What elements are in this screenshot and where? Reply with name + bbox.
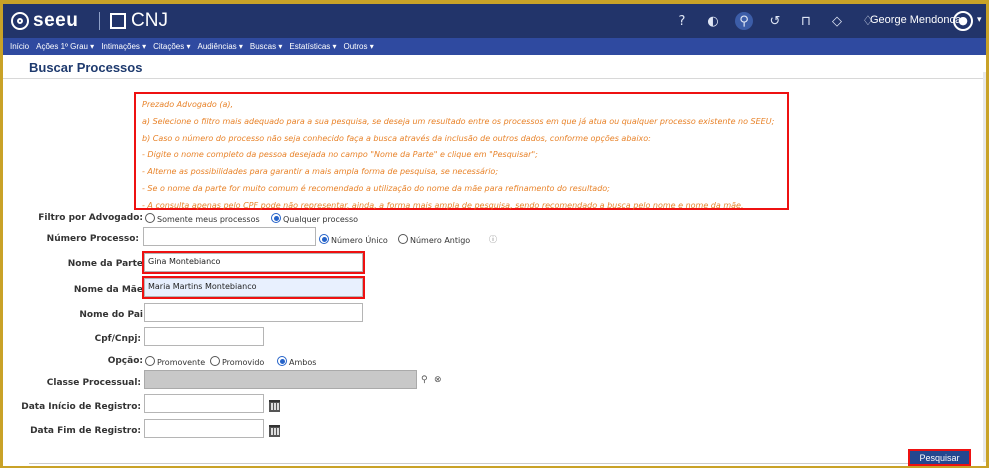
tag-icon[interactable]: ◇ xyxy=(828,12,846,30)
instruction-line: - Se o nome da parte for muito comum é r… xyxy=(142,183,610,193)
numero-label: Número Processo: xyxy=(46,234,139,244)
radio-selected-icon[interactable] xyxy=(277,356,287,366)
instruction-line: - Digite o nome completo da pessoa desej… xyxy=(142,150,538,160)
data-inicio-label: Data Início de Registro: xyxy=(21,402,141,412)
cpf-cnpj-input[interactable] xyxy=(144,327,264,346)
radio-icon[interactable] xyxy=(398,234,408,244)
history-icon[interactable]: ↺ xyxy=(766,12,784,30)
seeu-logo[interactable]: seeu xyxy=(11,10,78,32)
radio-selected-icon[interactable] xyxy=(271,213,281,223)
numero-opt-unico[interactable]: Número Único xyxy=(319,234,388,245)
numero-opt-antigo-label: Número Antigo xyxy=(410,236,471,245)
filtro-opt-meus[interactable]: Somente meus processos xyxy=(145,213,260,224)
radio-icon[interactable] xyxy=(145,356,155,366)
filtro-opt-qualquer[interactable]: Qualquer processo xyxy=(271,213,358,224)
pai-label: Nome do Pai xyxy=(79,310,143,320)
contrast-icon[interactable]: ◐ xyxy=(704,12,722,30)
bookmark-icon[interactable]: ⊓ xyxy=(797,12,815,30)
filtro-label: Filtro por Advogado: xyxy=(38,213,143,223)
app-window: seeu CNJ ? ◐ ⚲ ↺ ⊓ ◇ ♢ George Mendonca ●… xyxy=(3,4,986,466)
nome-pai-input[interactable] xyxy=(144,303,363,322)
data-fim-label: Data Fim de Registro: xyxy=(30,426,141,436)
search-icon[interactable]: ⚲ xyxy=(421,375,428,385)
opcao-ambos-label: Ambos xyxy=(289,358,317,367)
filtro-opt-qualquer-label: Qualquer processo xyxy=(283,215,359,224)
menu-item-citacoes[interactable]: Citações ▾ xyxy=(153,42,190,51)
cnj-text: CNJ xyxy=(131,10,168,31)
opcao-promovido-label: Promovido xyxy=(222,358,265,367)
cnj-logo-icon xyxy=(110,13,126,29)
logo-text: seeu xyxy=(33,10,79,31)
chevron-down-icon[interactable]: ▾ xyxy=(977,15,982,25)
instruction-line: a) Selecione o filtro mais adequado para… xyxy=(142,116,775,126)
numero-opt-antigo[interactable]: Número Antigo xyxy=(398,234,470,245)
menu-item-buscas[interactable]: Buscas ▾ xyxy=(250,42,282,51)
instruction-line: - Alterne as possibilidades para garanti… xyxy=(142,167,499,177)
menu-item-audiencias[interactable]: Audiências ▾ xyxy=(198,42,243,51)
search-icon[interactable]: ⚲ xyxy=(735,12,753,30)
calendar-icon[interactable] xyxy=(269,425,280,437)
scrollbar[interactable] xyxy=(983,72,986,462)
highlight-box xyxy=(142,276,365,299)
info-icon[interactable]: ⓘ xyxy=(489,234,497,245)
divider xyxy=(99,12,100,30)
classe-label: Classe Processual: xyxy=(46,378,141,388)
divider xyxy=(3,78,986,79)
avatar[interactable]: ● xyxy=(953,11,973,31)
opcao-promovente[interactable]: Promovente xyxy=(145,356,205,367)
numero-processo-input[interactable] xyxy=(143,227,316,246)
classe-processual-input[interactable] xyxy=(144,370,417,389)
menu-item-acoes[interactable]: Ações 1º Grau ▾ xyxy=(36,42,94,51)
radio-icon[interactable] xyxy=(210,356,220,366)
instruction-line: b) Caso o número do processo não seja co… xyxy=(142,133,651,143)
toolbar-icons: ? ◐ ⚲ ↺ ⊓ ◇ ♢ xyxy=(673,12,877,30)
cnj-logo: CNJ xyxy=(110,10,168,32)
help-icon[interactable]: ? xyxy=(673,12,691,30)
user-name[interactable]: George Mendonca xyxy=(870,14,961,26)
opcao-label: Opção: xyxy=(107,356,143,366)
filtro-opt-meus-label: Somente meus processos xyxy=(157,215,260,224)
divider xyxy=(29,463,909,464)
clear-icon[interactable]: ⊗ xyxy=(434,375,442,385)
highlight-box xyxy=(142,251,365,274)
radio-selected-icon[interactable] xyxy=(319,234,329,244)
instructions-box: Prezado Advogado (a), a) Selecione o fil… xyxy=(134,92,789,210)
menu-item-outros[interactable]: Outros ▾ xyxy=(344,42,374,51)
top-bar: seeu CNJ ? ◐ ⚲ ↺ ⊓ ◇ ♢ George Mendonca ●… xyxy=(3,4,986,38)
mae-label: Nome da Mãe xyxy=(73,285,143,295)
main-menu: Início Ações 1º Grau ▾ Intimações ▾ Cita… xyxy=(3,38,986,55)
calendar-icon[interactable] xyxy=(269,400,280,412)
data-inicio-input[interactable] xyxy=(144,394,264,413)
menu-item-intimacoes[interactable]: Intimações ▾ xyxy=(101,42,146,51)
data-fim-input[interactable] xyxy=(144,419,264,438)
page-title: Buscar Processos xyxy=(29,60,143,75)
instruction-line: Prezado Advogado (a), xyxy=(142,100,234,109)
numero-opt-unico-label: Número Único xyxy=(331,236,388,245)
radio-icon[interactable] xyxy=(145,213,155,223)
parte-label: Nome da Parte xyxy=(67,259,143,269)
opcao-promovido[interactable]: Promovido xyxy=(210,356,264,367)
menu-item-inicio[interactable]: Início xyxy=(10,42,29,51)
menu-item-estatisticas[interactable]: Estatísticas ▾ xyxy=(289,42,336,51)
cpf-label: Cpf/Cnpj: xyxy=(94,334,141,344)
opcao-promovente-label: Promovente xyxy=(157,358,206,367)
opcao-ambos[interactable]: Ambos xyxy=(277,356,316,367)
pesquisar-button[interactable]: Pesquisar xyxy=(908,449,971,466)
seeu-logo-icon xyxy=(11,12,29,30)
